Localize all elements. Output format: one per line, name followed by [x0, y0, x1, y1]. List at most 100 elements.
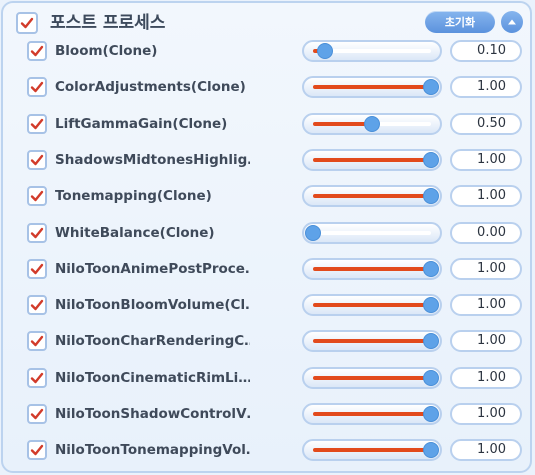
effect-weight-value[interactable]: 1.00 — [450, 366, 522, 389]
effect-weight-slider[interactable] — [302, 112, 442, 135]
effect-row: ColorAdjustments(Clone) 1.00 — [27, 73, 527, 101]
effect-enable-checkbox[interactable] — [27, 149, 47, 170]
checkmark-icon — [30, 299, 44, 311]
slider-thumb[interactable] — [305, 224, 321, 241]
effect-enable-checkbox[interactable] — [27, 404, 47, 424]
post-process-panel: 포스트 프로세스 초기화 Bloom(Clone) 0.10 ColorAdjust… — [1, 1, 532, 473]
slider-track — [313, 369, 439, 386]
slider-thumb[interactable] — [423, 297, 439, 314]
panel-title: 포스트 프로세스 — [50, 13, 166, 33]
effect-enable-checkbox[interactable] — [27, 222, 47, 243]
slider-thumb[interactable] — [423, 260, 439, 277]
slider-thumb[interactable] — [423, 151, 439, 168]
slider-fill — [313, 303, 431, 308]
checkmark-icon — [30, 154, 44, 166]
slider-thumb[interactable] — [423, 79, 439, 96]
slider-thumb[interactable] — [316, 43, 333, 59]
slider-thumb[interactable] — [423, 406, 439, 422]
effect-name: WhiteBalance(Clone) — [55, 224, 215, 241]
slider-fill — [313, 412, 431, 416]
slider-track — [313, 188, 439, 205]
collapse-button[interactable] — [501, 11, 523, 33]
effect-enable-checkbox[interactable] — [27, 367, 47, 388]
effect-weight-value[interactable]: 1.00 — [450, 403, 522, 425]
effect-enable-checkbox[interactable] — [27, 41, 47, 61]
effect-weight-slider[interactable] — [302, 403, 442, 425]
effect-enable-checkbox[interactable] — [27, 77, 47, 98]
effect-weight-slider[interactable] — [302, 257, 442, 280]
slider-thumb[interactable] — [423, 369, 439, 386]
effect-row: WhiteBalance(Clone) 0.00 — [27, 219, 527, 247]
effect-weight-value[interactable]: 1.00 — [450, 439, 522, 462]
slider-thumb[interactable] — [423, 442, 439, 459]
checkmark-icon — [30, 118, 44, 129]
checkmark-icon — [30, 336, 44, 347]
slider-fill — [313, 375, 431, 380]
slider-thumb[interactable] — [364, 115, 380, 132]
slider-thumb[interactable] — [423, 188, 439, 205]
effect-weight-slider[interactable] — [302, 221, 442, 244]
effect-weight-slider[interactable] — [302, 330, 442, 353]
effect-name: LiftGammaGain(Clone) — [55, 115, 228, 132]
effect-enable-checkbox[interactable] — [27, 295, 47, 316]
checkmark-icon — [30, 445, 44, 456]
checkmark-icon — [30, 263, 44, 274]
effect-weight-slider[interactable] — [302, 185, 442, 208]
reset-button[interactable]: 초기화 — [425, 11, 495, 33]
slider-fill — [313, 339, 431, 344]
slider-track — [313, 297, 439, 314]
effect-row: LiftGammaGain(Clone) 0.50 — [27, 110, 527, 138]
effect-weight-slider[interactable] — [302, 439, 442, 462]
effect-row: NiloToonAnimePostProce… 1.00 — [27, 255, 527, 283]
effect-row: Tonemapping(Clone) 1.00 — [27, 182, 527, 210]
effect-name: Bloom(Clone) — [55, 43, 158, 59]
effect-enable-checkbox[interactable] — [27, 258, 47, 279]
effect-weight-value[interactable]: 0.10 — [450, 40, 522, 62]
effect-row: NiloToonCinematicRimLi… 1.00 — [27, 364, 527, 392]
chevron-up-icon — [508, 19, 516, 25]
effect-weight-slider[interactable] — [302, 366, 442, 389]
effect-row: NiloToonTonemappingVol… 1.00 — [27, 436, 527, 464]
slider-fill — [313, 157, 431, 162]
effect-weight-slider[interactable] — [302, 76, 442, 99]
effect-weight-value[interactable]: 1.00 — [450, 148, 522, 171]
effect-weight-value[interactable]: 0.00 — [450, 221, 522, 244]
effect-enable-checkbox[interactable] — [27, 440, 47, 461]
effect-name: NiloToonShadowControlV… — [55, 406, 250, 422]
master-enable-checkbox[interactable] — [16, 12, 38, 34]
effect-row: ShadowsMidtonesHighlig… 1.00 — [27, 146, 527, 174]
effect-enable-checkbox[interactable] — [27, 331, 47, 352]
effect-name: NiloToonCinematicRimLi… — [55, 369, 250, 386]
checkmark-icon — [30, 190, 44, 202]
effect-weight-value[interactable]: 1.00 — [450, 294, 522, 317]
effect-weight-slider[interactable] — [302, 40, 442, 62]
slider-track — [313, 260, 439, 277]
effect-name: NiloToonBloomVolume(Cl… — [55, 297, 250, 314]
effect-row: Bloom(Clone) 0.10 — [27, 37, 527, 65]
slider-track — [313, 115, 431, 132]
checkmark-icon — [20, 17, 34, 29]
slider-track — [313, 333, 439, 350]
effect-enable-checkbox[interactable] — [27, 186, 47, 207]
effect-weight-value[interactable]: 1.00 — [450, 330, 522, 353]
effect-weight-slider[interactable] — [302, 148, 442, 171]
panel-header: 포스트 프로세스 초기화 — [16, 9, 526, 37]
effect-weight-value[interactable]: 1.00 — [450, 185, 522, 208]
effect-enable-checkbox[interactable] — [27, 113, 47, 134]
effect-weight-value[interactable]: 0.50 — [450, 112, 522, 135]
checkmark-icon — [30, 372, 44, 383]
effect-weight-value[interactable]: 1.00 — [450, 76, 522, 99]
checkmark-icon — [30, 82, 44, 93]
checkmark-icon — [30, 45, 44, 57]
effect-name: NiloToonAnimePostProce… — [55, 260, 250, 277]
slider-thumb[interactable] — [423, 333, 439, 350]
slider-track — [313, 43, 431, 59]
checkmark-icon — [30, 227, 44, 238]
slider-track — [313, 79, 439, 96]
effect-weight-slider[interactable] — [302, 294, 442, 317]
effect-weight-value[interactable]: 1.00 — [450, 257, 522, 280]
effect-row: NiloToonCharRenderingC… 1.00 — [27, 327, 527, 355]
slider-fill — [313, 85, 431, 90]
effect-name: NiloToonTonemappingVol… — [55, 442, 250, 459]
slider-track — [313, 406, 439, 422]
